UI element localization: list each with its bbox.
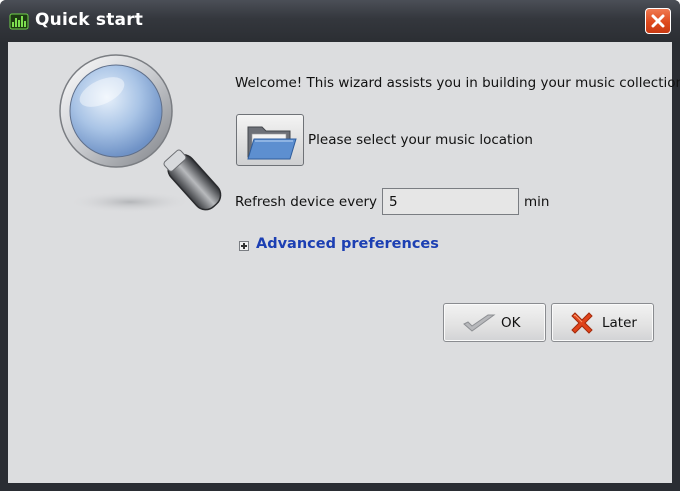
close-icon xyxy=(651,14,665,28)
refresh-unit-label: min xyxy=(524,194,550,210)
later-button[interactable]: Later xyxy=(551,303,654,342)
cancel-x-icon xyxy=(571,312,593,334)
ok-button[interactable]: OK xyxy=(443,303,546,342)
refresh-interval-input[interactable] xyxy=(382,188,519,215)
later-button-label: Later xyxy=(602,315,637,331)
welcome-text: Welcome! This wizard assists you in buil… xyxy=(235,75,680,91)
select-folder-button[interactable] xyxy=(236,114,304,166)
checkmark-icon xyxy=(463,314,496,332)
magnifier-icon xyxy=(59,54,222,213)
folder-icon xyxy=(247,126,297,160)
dialog-body: Welcome! This wizard assists you in buil… xyxy=(8,42,680,483)
title-bar[interactable]: Quick start xyxy=(0,0,680,42)
window-title: Quick start xyxy=(35,10,144,30)
expand-plus-icon[interactable] xyxy=(239,241,249,251)
quick-start-dialog: Quick start Welcome! This wizard assists… xyxy=(0,0,680,491)
close-button[interactable] xyxy=(645,8,671,34)
equalizer-icon xyxy=(9,11,29,31)
ok-button-label: OK xyxy=(501,315,521,331)
advanced-preferences-link[interactable]: Advanced preferences xyxy=(256,236,439,252)
refresh-label: Refresh device every xyxy=(235,194,378,210)
music-location-label: Please select your music location xyxy=(308,132,533,148)
